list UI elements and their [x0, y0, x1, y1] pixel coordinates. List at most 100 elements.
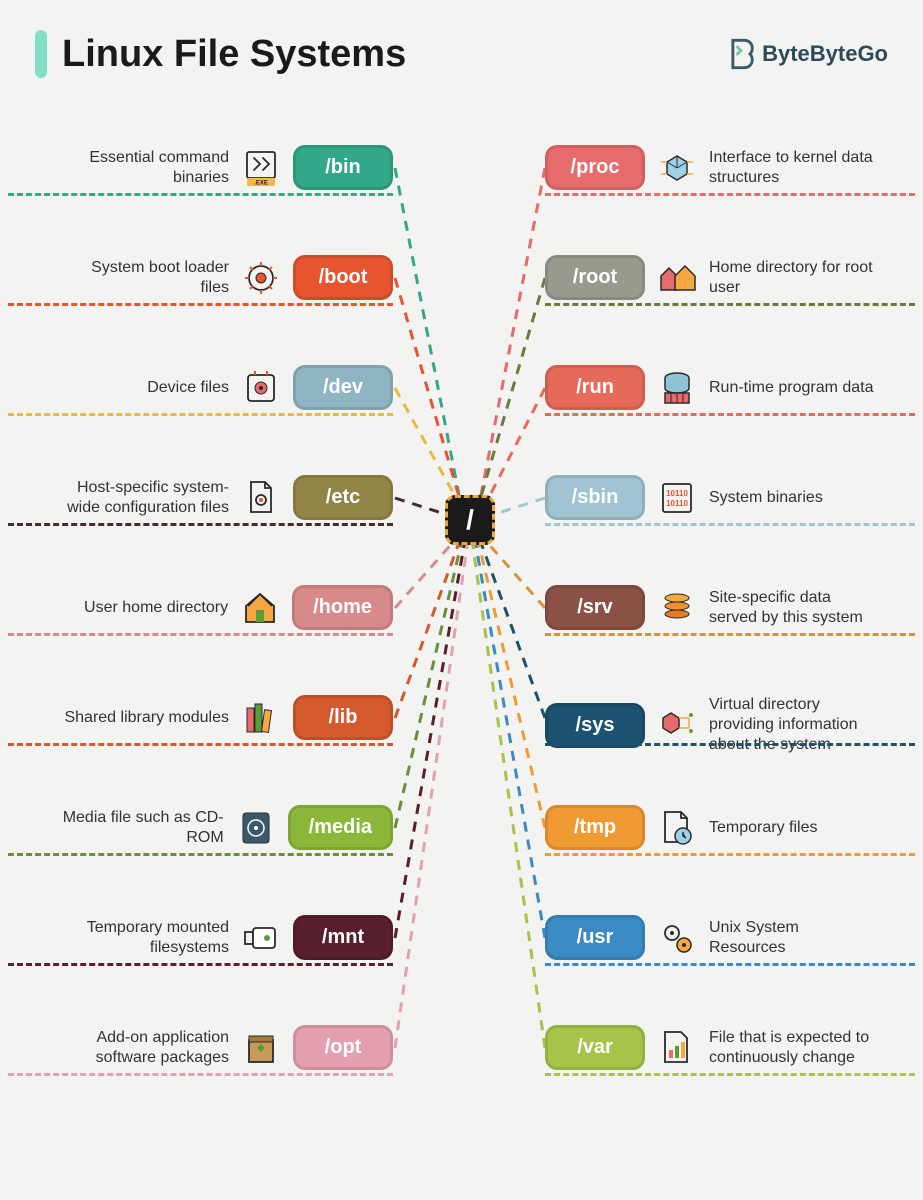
- books-icon: [241, 698, 281, 738]
- fs-entry-sys: /sys Virtual directory providing informat…: [545, 695, 879, 755]
- fs-entry-boot: /boot System boot loader files: [59, 255, 393, 300]
- svg-text:10110: 10110: [666, 499, 688, 508]
- cube-icon: [657, 705, 697, 745]
- binary-icon: 1011010110: [657, 478, 697, 518]
- description: Device files: [147, 378, 229, 398]
- disc-icon: [236, 808, 276, 848]
- underline: [545, 193, 915, 196]
- fs-entry-bin: /bin .EXE Essential command binaries: [59, 145, 393, 190]
- underline: [8, 193, 393, 196]
- underline: [8, 963, 393, 966]
- path-pill: /sbin: [545, 475, 645, 520]
- description: Home directory for root user: [709, 258, 879, 298]
- description: Media file such as CD-ROM: [54, 808, 224, 848]
- description: Unix System Resources: [709, 918, 879, 958]
- underline: [545, 303, 915, 306]
- fs-entry-run: /run Run-time program data: [545, 365, 874, 410]
- path-pill: /root: [545, 255, 645, 300]
- description: File that is expected to continuously ch…: [709, 1028, 879, 1068]
- houses-icon: [657, 258, 697, 298]
- description: Shared library modules: [64, 708, 229, 728]
- underline: [545, 523, 915, 526]
- underline: [8, 743, 393, 746]
- description: System binaries: [709, 488, 823, 508]
- root-label: /: [466, 504, 474, 536]
- usb-icon: [241, 918, 281, 958]
- stack-icon: [657, 588, 697, 628]
- file-clock-icon: [657, 808, 697, 848]
- path-pill: /var: [545, 1025, 645, 1070]
- exe-icon: .EXE: [241, 148, 281, 188]
- config-icon: [241, 478, 281, 518]
- brand-icon: [728, 38, 756, 70]
- path-pill: /sys: [545, 703, 645, 748]
- underline: [545, 963, 915, 966]
- underline: [545, 413, 915, 416]
- fs-entry-proc: /proc Interface to kernel data structures: [545, 145, 879, 190]
- underline: [8, 1073, 393, 1076]
- description: Temporary mounted filesystems: [59, 918, 229, 958]
- underline: [8, 413, 393, 416]
- path-pill: /home: [292, 585, 393, 630]
- path-pill: /srv: [545, 585, 645, 630]
- house-icon: [240, 588, 280, 628]
- brand-logo: ByteByteGo: [728, 38, 888, 70]
- root-node: /: [445, 495, 495, 545]
- fs-entry-dev: /dev Device files: [147, 365, 393, 410]
- underline: [8, 303, 393, 306]
- chart-icon: [657, 1028, 697, 1068]
- package-icon: [241, 1028, 281, 1068]
- path-pill: /dev: [293, 365, 393, 410]
- db-icon: [657, 368, 697, 408]
- underline: [8, 523, 393, 526]
- path-pill: /media: [288, 805, 393, 850]
- description: User home directory: [84, 598, 228, 618]
- path-pill: /mnt: [293, 915, 393, 960]
- path-pill: /bin: [293, 145, 393, 190]
- fs-entry-media: /media Media file such as CD-ROM: [54, 805, 393, 850]
- description: Virtual directory providing information …: [709, 695, 879, 755]
- description: Essential command binaries: [59, 148, 229, 188]
- description: Temporary files: [709, 818, 817, 838]
- path-pill: /proc: [545, 145, 645, 190]
- underline: [545, 743, 915, 746]
- underline: [545, 633, 915, 636]
- path-pill: /usr: [545, 915, 645, 960]
- description: Run-time program data: [709, 378, 874, 398]
- fs-entry-usr: /usr Unix System Resources: [545, 915, 879, 960]
- description: Add-on application software packages: [59, 1028, 229, 1068]
- page-title: Linux File Systems: [62, 33, 406, 76]
- device-icon: [241, 368, 281, 408]
- path-pill: /tmp: [545, 805, 645, 850]
- fs-entry-etc: /etc Host-specific system-wide configurat…: [59, 475, 393, 520]
- brand-text: ByteByteGo: [762, 41, 888, 67]
- fs-entry-sbin: /sbin 1011010110 System binaries: [545, 475, 823, 520]
- underline: [545, 853, 915, 856]
- svg-text:.EXE: .EXE: [254, 180, 268, 186]
- gear-icon: [241, 258, 281, 298]
- description: Interface to kernel data structures: [709, 148, 879, 188]
- fs-entry-lib: /lib Shared library modules: [64, 695, 393, 740]
- description: Host-specific system-wide configuration …: [59, 478, 229, 518]
- accent-bar: [35, 30, 47, 78]
- kernel-icon: [657, 148, 697, 188]
- fs-entry-tmp: /tmp Temporary files: [545, 805, 817, 850]
- fs-entry-var: /var File that is expected to continuousl…: [545, 1025, 879, 1070]
- underline: [545, 1073, 915, 1076]
- path-pill: /etc: [293, 475, 393, 520]
- description: Site-specific data served by this system: [709, 588, 879, 628]
- gears-icon: [657, 918, 697, 958]
- fs-entry-opt: /opt Add-on application software packages: [59, 1025, 393, 1070]
- path-pill: /run: [545, 365, 645, 410]
- fs-entry-srv: /srv Site-specific data served by this sy…: [545, 585, 879, 630]
- fs-entry-root: /root Home directory for root user: [545, 255, 879, 300]
- fs-entry-mnt: /mnt Temporary mounted filesystems: [59, 915, 393, 960]
- description: System boot loader files: [59, 258, 229, 298]
- svg-text:10110: 10110: [666, 489, 688, 498]
- path-pill: /boot: [293, 255, 393, 300]
- path-pill: /lib: [293, 695, 393, 740]
- underline: [8, 633, 393, 636]
- fs-entry-home: /home User home directory: [84, 585, 393, 630]
- path-pill: /opt: [293, 1025, 393, 1070]
- underline: [8, 853, 393, 856]
